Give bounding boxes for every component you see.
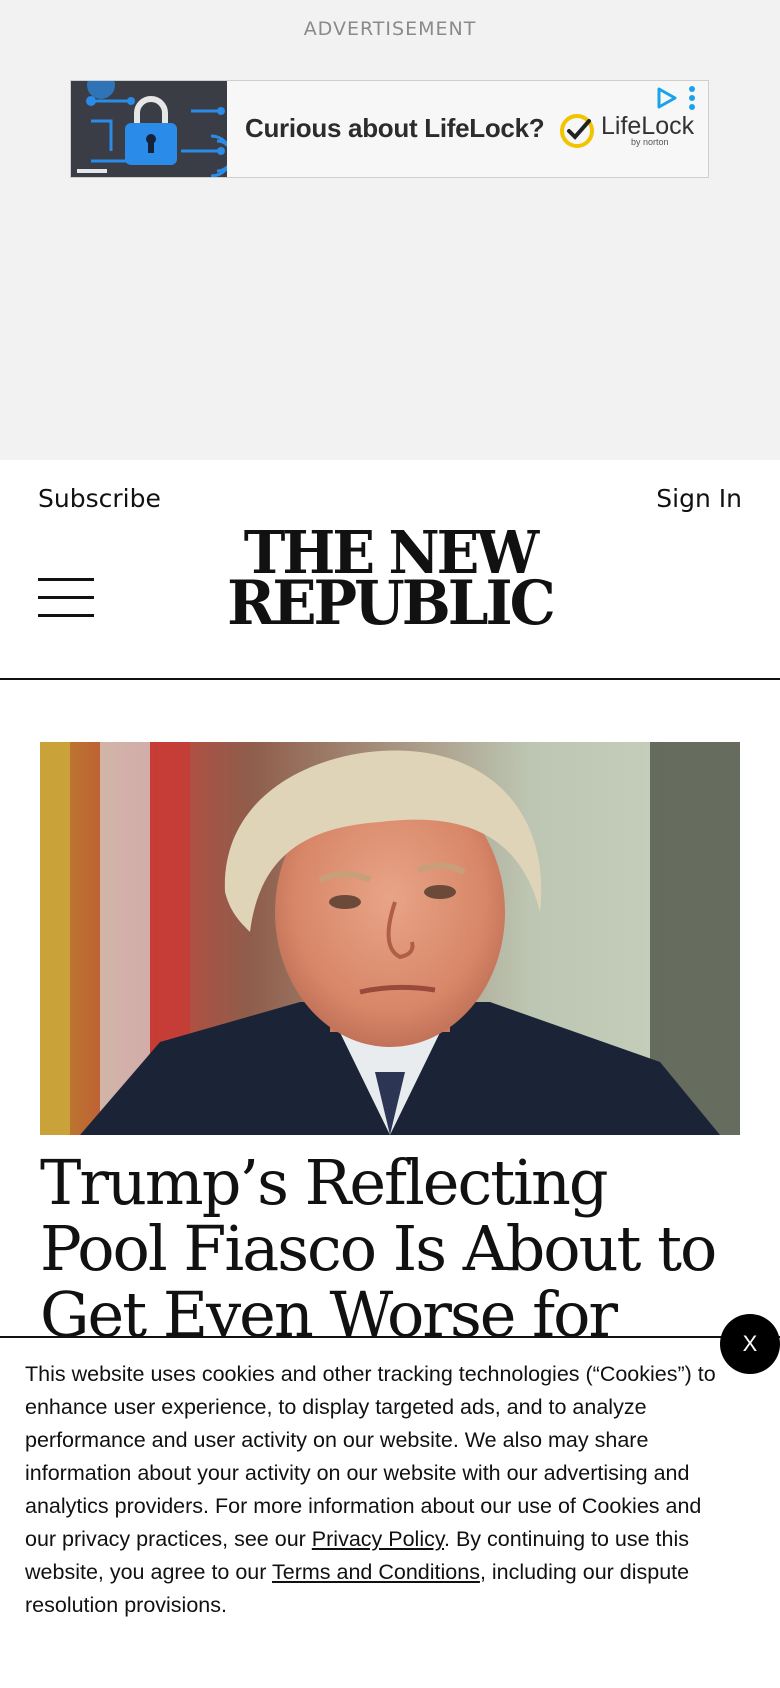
site-logo[interactable]: THE NEW REPUBLIC: [190, 524, 590, 639]
lock-icon: [71, 81, 234, 177]
hamburger-menu-icon[interactable]: [38, 578, 94, 618]
ad-region: ADVERTISEMENT Curious about LifeLock? Li…: [0, 0, 780, 460]
privacy-policy-link[interactable]: Privacy Policy: [312, 1527, 444, 1551]
site-header: Subscribe Sign In THE NEW REPUBLIC: [0, 460, 780, 680]
terms-link[interactable]: Terms and Conditions: [272, 1560, 480, 1584]
ad-brand-name: LifeLock: [601, 112, 695, 140]
cookie-banner: This website uses cookies and other trac…: [0, 1336, 780, 1688]
cookie-close-button[interactable]: X: [720, 1314, 780, 1374]
ad-banner[interactable]: Curious about LifeLock? LifeLock by nort…: [70, 80, 709, 178]
ad-image: [71, 81, 234, 177]
more-vertical-icon[interactable]: [688, 85, 696, 111]
hero-image[interactable]: [40, 742, 740, 1135]
sign-in-link[interactable]: Sign In: [656, 484, 742, 513]
article-photo: [40, 742, 740, 1135]
check-icon: [560, 114, 594, 148]
logo-line-2: REPUBLIC: [227, 567, 556, 639]
ad-headline[interactable]: Curious about LifeLock?: [245, 113, 545, 144]
adchoices-icon[interactable]: [654, 86, 678, 110]
subscribe-link[interactable]: Subscribe: [38, 484, 161, 513]
cookie-text: This website uses cookies and other trac…: [25, 1358, 737, 1622]
ad-brand-logo: LifeLock by norton: [559, 111, 694, 151]
ad-label: ADVERTISEMENT: [303, 18, 477, 40]
ad-choices[interactable]: [654, 85, 696, 111]
cookie-text-intro: This website uses cookies and other trac…: [25, 1362, 716, 1551]
